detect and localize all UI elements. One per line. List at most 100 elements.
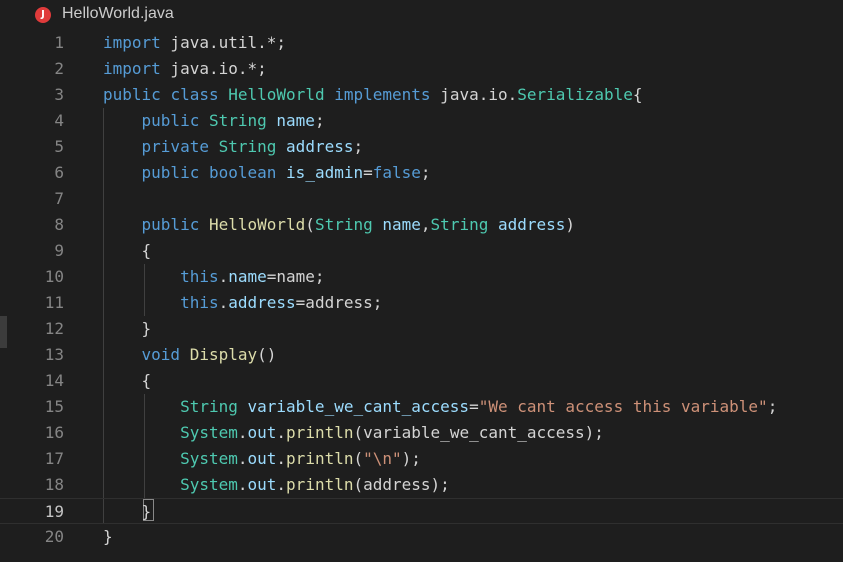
line-number: 14: [44, 371, 64, 390]
code-token: String: [314, 215, 373, 234]
line-number: 10: [44, 267, 64, 286]
code-line[interactable]: 20}: [0, 524, 843, 550]
code-line[interactable]: 11 this.address=address;: [0, 290, 843, 316]
code-token: public: [103, 85, 161, 104]
code-token: HelloWorld: [228, 85, 325, 104]
code-line[interactable]: 3 public class HelloWorld implements java…: [0, 82, 843, 108]
editor-tab[interactable]: J HelloWorld.java: [0, 0, 843, 30]
code-token: .: [276, 449, 287, 468]
code-token: }: [103, 502, 152, 521]
code-text: System.out.println(variable_we_cant_acce…: [103, 420, 604, 446]
code-token: variable_we_cant_access: [247, 397, 470, 416]
code-token: .: [276, 423, 287, 442]
code-token: (variable_we_cant_access);: [353, 423, 604, 442]
code-token: );: [401, 449, 421, 468]
code-token: "\n": [363, 449, 402, 468]
code-token: private: [141, 137, 209, 156]
code-token: {: [103, 241, 152, 260]
line-number: 6: [54, 163, 64, 182]
code-line[interactable]: 6 public boolean is_admin=false;: [0, 160, 843, 186]
line-number: 17: [44, 449, 64, 468]
code-token: boolean: [208, 163, 277, 182]
code-token: ,: [420, 215, 431, 234]
code-line[interactable]: 18 System.out.println(address);: [0, 472, 843, 498]
code-token: Serializable: [517, 85, 633, 104]
code-token: out: [247, 449, 277, 468]
code-token: String: [218, 137, 277, 156]
code-token: is_admin: [286, 163, 364, 182]
code-line[interactable]: 1 import java.util.*;: [0, 30, 843, 56]
code-token: ;: [767, 397, 778, 416]
code-text: private String address;: [103, 134, 364, 160]
code-text: }: [103, 499, 152, 525]
code-token: ;: [420, 163, 431, 182]
code-line[interactable]: 9 {: [0, 238, 843, 264]
code-token: import: [103, 59, 161, 78]
code-token: out: [247, 475, 277, 494]
code-text: public HelloWorld(String name,String add…: [103, 212, 576, 238]
code-token: {: [103, 371, 152, 390]
line-number: 8: [54, 215, 64, 234]
code-token: this: [180, 267, 219, 286]
code-text: {: [103, 368, 152, 394]
code-token: .: [237, 423, 248, 442]
line-number: 20: [44, 527, 64, 546]
code-token: System: [180, 449, 238, 468]
code-token: ): [565, 215, 576, 234]
line-number: 16: [44, 423, 64, 442]
line-number: 15: [44, 397, 64, 416]
line-number: 11: [44, 293, 64, 312]
code-line[interactable]: 19 }: [0, 498, 843, 524]
code-editor[interactable]: 1 import java.util.*; 2 import java.io.*; 3 p…: [0, 30, 843, 562]
code-line[interactable]: 15 String variable_we_cant_access="We ca…: [0, 394, 843, 420]
code-line[interactable]: 4 public String name;: [0, 108, 843, 134]
line-number: 19: [44, 502, 64, 521]
code-line[interactable]: 2 import java.io.*;: [0, 56, 843, 82]
code-token: ;: [314, 111, 325, 130]
code-text: }: [103, 316, 152, 342]
code-line[interactable]: 5 private String address;: [0, 134, 843, 160]
code-line[interactable]: 16 System.out.println(variable_we_cant_a…: [0, 420, 843, 446]
code-line[interactable]: 13 void Display(): [0, 342, 843, 368]
code-token: String: [180, 397, 238, 416]
code-line[interactable]: 7: [0, 186, 843, 212]
code-token: =: [363, 163, 373, 182]
code-line[interactable]: 10 this.name=name;: [0, 264, 843, 290]
code-token: name: [382, 215, 421, 234]
code-line[interactable]: 12 }: [0, 316, 843, 342]
code-token: .: [218, 267, 229, 286]
code-token: address: [228, 293, 296, 312]
code-text: import java.io.*;: [103, 56, 267, 82]
code-text: System.out.println(address);: [103, 472, 450, 498]
code-token: println: [286, 475, 354, 494]
code-token: "We cant access this variable": [478, 397, 768, 416]
code-text: public boolean is_admin=false;: [103, 160, 431, 186]
code-token: implements: [334, 85, 431, 104]
line-number: 12: [44, 319, 64, 338]
line-number: 2: [54, 59, 64, 78]
code-token: this: [180, 293, 219, 312]
code-token: .: [276, 475, 287, 494]
code-line[interactable]: 8 public HelloWorld(String name,String a…: [0, 212, 843, 238]
code-token: =address;: [295, 293, 383, 312]
code-text: }: [103, 524, 113, 550]
code-line[interactable]: 17 System.out.println("\n");: [0, 446, 843, 472]
code-line[interactable]: 14 {: [0, 368, 843, 394]
code-token: .: [218, 293, 229, 312]
